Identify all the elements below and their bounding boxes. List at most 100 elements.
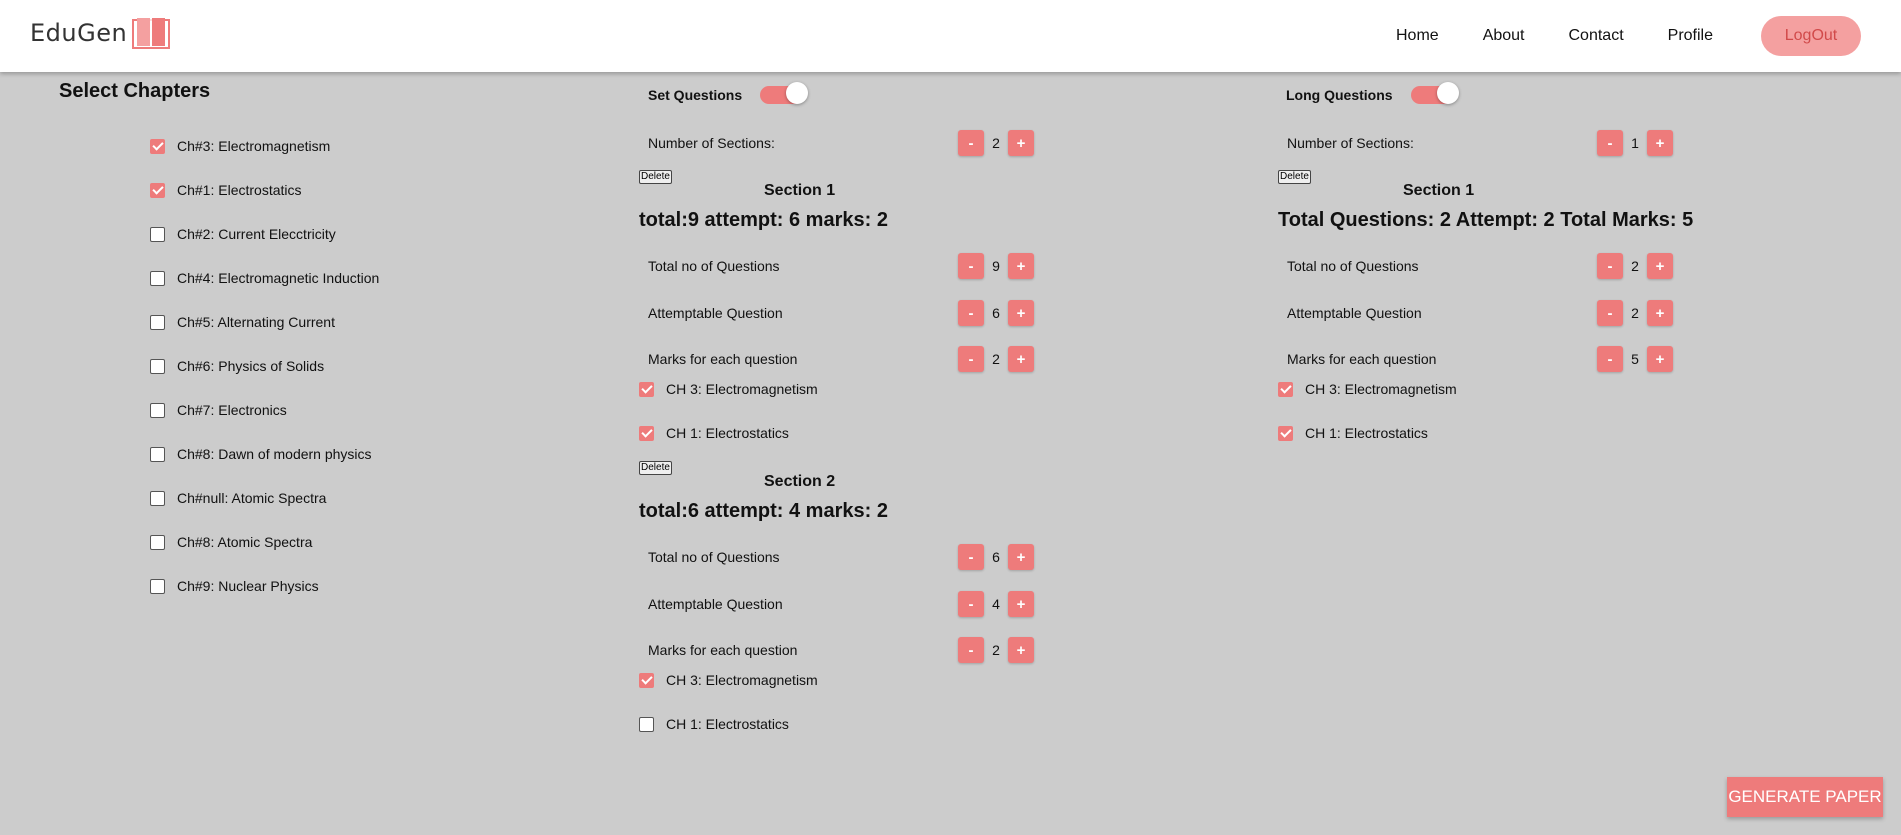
increment-button[interactable]: + — [1008, 300, 1034, 326]
section-chapter-item[interactable]: CH 1: Electrostatics — [1278, 425, 1428, 441]
decrement-button[interactable]: - — [958, 637, 984, 663]
decrement-button[interactable]: - — [1597, 130, 1623, 156]
section-summary: total:9 attempt: 6 marks: 2 — [639, 209, 888, 231]
chapter-label: Ch#2: Current Elecctricity — [177, 226, 336, 242]
stepper-value: 2 — [1631, 305, 1639, 321]
chapter-checkbox[interactable] — [150, 490, 165, 506]
row-label: Attemptable Question — [1287, 305, 1422, 321]
chapter-checkbox[interactable] — [150, 446, 165, 462]
chapter-label: Ch#8: Atomic Spectra — [177, 534, 313, 550]
chapter-label: Ch#6: Physics of Solids — [177, 358, 325, 374]
generate-paper-button[interactable]: GENERATE PAPER — [1727, 777, 1883, 817]
chapter-item[interactable]: Ch#1: Electrostatics — [150, 168, 379, 212]
set-num-sections-row: Number of Sections: - 2 + — [648, 130, 1036, 156]
section-title: Section 2 — [764, 473, 836, 490]
number-stepper: -9 + — [958, 253, 1034, 279]
chapter-checkbox[interactable] — [150, 578, 165, 594]
chapter-label: Ch#1: Electrostatics — [177, 182, 302, 198]
section-title: Section 1 — [1403, 182, 1475, 199]
total-questions-row: Total no of Questions -2 + — [1287, 253, 1675, 279]
decrement-button[interactable]: - — [958, 544, 984, 570]
row-label: Total no of Questions — [648, 549, 780, 565]
chapter-item[interactable]: Ch#6: Physics of Solids — [150, 344, 379, 388]
increment-button[interactable]: + — [1008, 346, 1034, 372]
decrement-button[interactable]: - — [958, 130, 984, 156]
chapter-checkbox[interactable] — [150, 182, 165, 198]
increment-button[interactable]: + — [1008, 544, 1034, 570]
section-chapter-checkbox[interactable] — [639, 381, 654, 397]
chapter-item[interactable]: Ch#7: Electronics — [150, 388, 379, 432]
chapter-checkbox[interactable] — [150, 402, 165, 418]
book-icon — [132, 18, 171, 49]
chapter-item[interactable]: Ch#4: Electromagnetic Induction — [150, 256, 379, 300]
number-stepper: -4 + — [958, 591, 1034, 617]
decrement-button[interactable]: - — [958, 300, 984, 326]
nav-profile-link[interactable]: Profile — [1668, 27, 1713, 45]
chapter-item[interactable]: Ch#9: Nuclear Physics — [150, 564, 379, 608]
increment-button[interactable]: + — [1008, 591, 1034, 617]
increment-button[interactable]: + — [1647, 253, 1673, 279]
chapter-item[interactable]: Ch#2: Current Elecctricity — [150, 212, 379, 256]
increment-button[interactable]: + — [1647, 300, 1673, 326]
section-chapter-checkbox[interactable] — [1278, 425, 1293, 441]
section-chapter-item[interactable]: CH 3: Electromagnetism — [1278, 381, 1457, 397]
increment-button[interactable]: + — [1008, 637, 1034, 663]
top-navbar: EduGen Home About Contact Profile LogOut — [0, 0, 1901, 72]
delete-section-button[interactable]: Delete — [639, 461, 672, 475]
decrement-button[interactable]: - — [1597, 300, 1623, 326]
increment-button[interactable]: + — [1647, 346, 1673, 372]
section-chapter-item[interactable]: CH 3: Electromagnetism — [639, 672, 818, 688]
chapter-checkbox[interactable] — [150, 534, 165, 550]
stepper-value: 4 — [992, 596, 1000, 612]
number-stepper: -6 + — [958, 300, 1034, 326]
decrement-button[interactable]: - — [958, 253, 984, 279]
stepper-value: 6 — [992, 549, 1000, 565]
set-num-sections-stepper: - 2 + — [958, 130, 1034, 156]
section-chapter-checkbox[interactable] — [1278, 381, 1293, 397]
row-label: Attemptable Question — [648, 596, 783, 612]
chapter-item[interactable]: Ch#5: Alternating Current — [150, 300, 379, 344]
row-label: Total no of Questions — [1287, 258, 1419, 274]
section-chapter-checkbox[interactable] — [639, 672, 654, 688]
chapter-checkbox[interactable] — [150, 358, 165, 374]
delete-section-button[interactable]: Delete — [1278, 170, 1311, 184]
nav-about-link[interactable]: About — [1483, 27, 1525, 45]
chapter-item[interactable]: Ch#8: Dawn of modern physics — [150, 432, 379, 476]
chapter-item[interactable]: Ch#null: Atomic Spectra — [150, 476, 379, 520]
increment-button[interactable]: + — [1008, 253, 1034, 279]
nav-home-link[interactable]: Home — [1396, 27, 1439, 45]
attemptable-questions-row: Attemptable Question -2 + — [1287, 300, 1675, 326]
chapter-list: Ch#3: Electromagnetism Ch#1: Electrostati… — [150, 124, 379, 608]
num-sections-label: Number of Sections: — [648, 135, 775, 151]
long-questions-toggle[interactable] — [1410, 82, 1459, 104]
chapter-item[interactable]: Ch#8: Atomic Spectra — [150, 520, 379, 564]
stepper-value: 6 — [992, 305, 1000, 321]
section-chapter-item[interactable]: CH 1: Electrostatics — [639, 425, 789, 441]
section-chapter-label: CH 1: Electrostatics — [666, 425, 789, 441]
decrement-button[interactable]: - — [1597, 253, 1623, 279]
chapter-checkbox[interactable] — [150, 314, 165, 330]
logout-button[interactable]: LogOut — [1761, 16, 1861, 56]
decrement-button[interactable]: - — [1597, 346, 1623, 372]
number-stepper: -2 + — [958, 346, 1034, 372]
chapter-item[interactable]: Ch#3: Electromagnetism — [150, 124, 379, 168]
chapter-checkbox[interactable] — [150, 226, 165, 242]
set-questions-toggle[interactable] — [760, 82, 809, 104]
delete-section-button[interactable]: Delete — [639, 170, 672, 184]
section-chapter-checkbox[interactable] — [639, 425, 654, 441]
decrement-button[interactable]: - — [958, 591, 984, 617]
section-chapter-item[interactable]: CH 1: Electrostatics — [639, 716, 789, 732]
increment-button[interactable]: + — [1647, 130, 1673, 156]
chapter-checkbox[interactable] — [150, 270, 165, 286]
stepper-value: 2 — [992, 642, 1000, 658]
section-chapter-checkbox[interactable] — [639, 716, 654, 732]
chapter-checkbox[interactable] — [150, 138, 165, 154]
increment-button[interactable]: + — [1008, 130, 1034, 156]
nav-menu: Home About Contact Profile LogOut — [1352, 16, 1861, 56]
section-chapter-item[interactable]: CH 3: Electromagnetism — [639, 381, 818, 397]
decrement-button[interactable]: - — [958, 346, 984, 372]
section-summary: Total Questions: 2 Attempt: 2 Total Mark… — [1278, 209, 1694, 231]
logo[interactable]: EduGen — [30, 16, 171, 50]
row-label: Attemptable Question — [648, 305, 783, 321]
nav-contact-link[interactable]: Contact — [1569, 27, 1624, 45]
